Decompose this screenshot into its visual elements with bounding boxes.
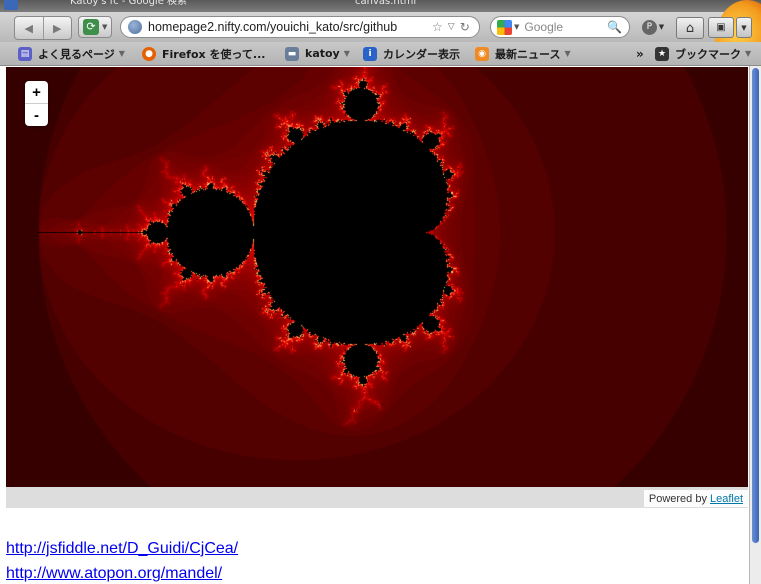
zoom-control: + -: [25, 81, 48, 126]
reload-icon: ⟳: [83, 19, 99, 35]
atopon-link[interactable]: http://www.atopon.org/mandel/: [6, 561, 238, 584]
bookmarks-overflow-button[interactable]: »: [636, 45, 644, 62]
tab-bar: Katoy's fc - Google 検索 canvas.html: [0, 0, 761, 12]
home-icon: ⌂: [685, 20, 695, 36]
google-logo-icon: [497, 19, 512, 35]
bookmark-most-visited[interactable]: ▤ よく見るページ ▼: [18, 45, 125, 62]
smart-folder-icon: ▤: [18, 46, 32, 61]
url-bar[interactable]: homepage2.nifty.com/youichi_kato/src/git…: [120, 16, 480, 38]
firefox-icon: ●: [142, 46, 156, 61]
tab-google-search[interactable]: Katoy's fc - Google 検索: [70, 0, 187, 10]
addon-icon[interactable]: P ▼: [640, 17, 666, 37]
globe-icon: [128, 20, 142, 34]
folder-icon: ▬: [285, 46, 299, 61]
bookmark-folder-katoy[interactable]: ▬ katoy ▼: [285, 45, 350, 62]
info-icon: i: [363, 46, 377, 61]
home-button[interactable]: ⌂: [676, 17, 704, 39]
bookmark-latest-news[interactable]: ◉ 最新ニュース ▼: [475, 45, 571, 62]
scrollbar-thumb[interactable]: [752, 68, 759, 543]
reference-links: http://jsfiddle.net/D_Guidi/CjCea/ http:…: [6, 536, 238, 584]
reload-small-icon[interactable]: ↻: [460, 20, 470, 34]
chevron-down-icon[interactable]: ▼: [514, 23, 519, 31]
zoom-out-button[interactable]: -: [25, 103, 48, 126]
bookmark-firefox-getting-started[interactable]: ● Firefox を使って...: [142, 45, 265, 62]
mandelbrot-canvas[interactable]: [6, 67, 748, 487]
camera-icon: ▣: [716, 22, 726, 33]
bookmarks-toolbar: ▤ よく見るページ ▼ ● Firefox を使って... ▬ katoy ▼ i …: [0, 42, 761, 66]
chevron-down-icon: ▼: [102, 23, 108, 31]
tab-canvas[interactable]: canvas.html: [355, 0, 416, 10]
search-bar[interactable]: ▼ Google 🔍: [490, 16, 630, 38]
screenshot-addon-button[interactable]: ▣: [708, 17, 734, 38]
search-input[interactable]: Google: [524, 20, 607, 34]
leaflet-link[interactable]: Leaflet: [710, 493, 743, 505]
addon-dropdown-button[interactable]: ▼: [736, 17, 752, 38]
map-attribution: Powered by Leaflet: [643, 490, 748, 507]
bookmark-calendar[interactable]: i カレンダー表示: [363, 45, 460, 62]
history-dropdown-icon[interactable]: ▽: [448, 22, 455, 32]
bookmarks-icon: ★: [655, 46, 669, 61]
jsfiddle-link[interactable]: http://jsfiddle.net/D_Guidi/CjCea/: [6, 536, 238, 561]
attribution-text: Powered by: [648, 492, 707, 505]
page-content: + - Powered by Leaflet http://jsfiddle.n…: [0, 66, 749, 584]
url-text[interactable]: homepage2.nifty.com/youichi_kato/src/git…: [148, 20, 432, 34]
map-gray-band: [6, 487, 748, 508]
zoom-in-button[interactable]: +: [25, 81, 48, 103]
forward-button[interactable]: ▶: [42, 17, 72, 39]
back-forward-group: ◀ ▶: [14, 16, 72, 40]
rss-icon: ◉: [475, 46, 489, 61]
navigation-toolbar: ◀ ▶ ⟳ ▼ homepage2.nifty.com/youichi_kato…: [0, 0, 761, 80]
mandelbrot-map[interactable]: + -: [6, 67, 748, 487]
vertical-scrollbar[interactable]: [749, 66, 761, 584]
back-button[interactable]: ◀: [15, 17, 43, 39]
google-favicon-icon: [4, 0, 18, 10]
bookmarks-menu[interactable]: ★ ブックマーク ▼: [655, 45, 751, 62]
reload-button[interactable]: ⟳ ▼: [78, 16, 112, 38]
star-icon[interactable]: ☆: [432, 20, 443, 34]
search-icon[interactable]: 🔍: [607, 20, 622, 34]
